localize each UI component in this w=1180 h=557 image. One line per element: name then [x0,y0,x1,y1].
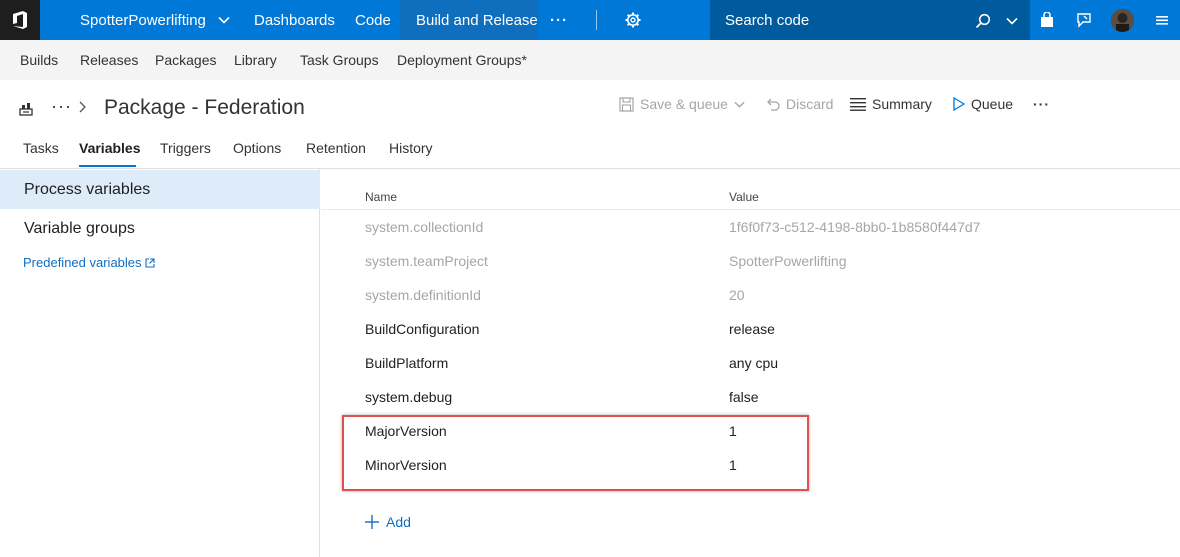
discard-button[interactable]: Discard [765,96,833,112]
subnav-task-groups[interactable]: Task Groups [300,52,379,68]
build-release-subnav: Builds Releases Packages Library Task Gr… [0,40,1180,80]
subnav-builds[interactable]: Builds [20,52,58,68]
vsts-logo-icon[interactable] [0,0,40,40]
tab-history[interactable]: History [389,140,433,156]
top-bar: SpotterPowerlifting Dashboards Code Buil… [0,0,1180,40]
project-selector[interactable]: SpotterPowerlifting [40,0,238,40]
marketplace-bag-icon[interactable] [1038,0,1056,40]
variable-value: SpotterPowerlifting [729,253,847,269]
variable-row-system-definitionid[interactable]: system.definitionId 20 [321,279,1180,313]
subnav-library[interactable]: Library [234,52,277,68]
plus-icon [365,515,379,529]
search-icon[interactable] [975,13,991,29]
predefined-variables-link[interactable]: Predefined variables [23,255,155,270]
variable-name[interactable]: system.debug [365,389,452,405]
highlight-annotation-box [342,415,809,491]
variables-grid-header: Name Value [321,186,1180,210]
undo-icon [767,98,780,111]
subnav-releases[interactable]: Releases [80,52,138,68]
active-tab-indicator [79,165,136,167]
subnav-packages[interactable]: Packages [155,52,216,68]
variable-row-buildconfiguration[interactable]: BuildConfiguration release [321,313,1180,347]
variable-name[interactable]: BuildPlatform [365,355,448,371]
variable-name: system.definitionId [365,287,481,303]
tab-options[interactable]: Options [233,140,281,156]
hubs-more-button[interactable]: ··· [550,0,568,40]
tab-retention[interactable]: Retention [306,140,366,156]
tab-tasks[interactable]: Tasks [23,140,59,156]
variable-name: system.teamProject [365,253,488,269]
save-icon [619,96,634,112]
search-scope-chevron-icon[interactable] [1006,15,1018,27]
variables-nav-panel: Process variables Variable groups Predef… [0,169,320,557]
overflow-menu-icon[interactable] [1155,0,1169,40]
queue-button[interactable]: Queue [952,96,1013,112]
variable-name: system.collectionId [365,219,484,235]
chevron-down-icon [734,101,745,108]
feedback-icon[interactable] [1073,0,1093,40]
breadcrumb-more-button[interactable]: ··· [51,96,72,117]
more-actions-button[interactable]: ··· [1033,96,1050,112]
external-link-icon [144,257,155,268]
topbar-divider [596,10,597,30]
variable-value: 1f6f0f73-c512-4198-8bb0-1b8580f447d7 [729,219,981,235]
user-avatar[interactable] [1111,9,1134,32]
variable-name[interactable]: BuildConfiguration [365,321,479,337]
chevron-down-icon [218,16,230,24]
variable-row-system-collectionid[interactable]: system.collectionId 1f6f0f73-c512-4198-8… [321,211,1180,245]
search-input[interactable]: Search code [725,12,809,29]
column-header-name[interactable]: Name [365,190,397,204]
project-name: SpotterPowerlifting [80,11,206,29]
play-icon [953,97,965,111]
nav-variable-groups[interactable]: Variable groups [0,209,320,248]
hub-build-and-release[interactable]: Build and Release [400,0,538,40]
search-box[interactable]: Search code [710,0,1030,40]
page-title: Package - Federation [104,96,305,119]
hub-code[interactable]: Code [355,0,391,40]
variable-row-system-debug[interactable]: system.debug false [321,381,1180,415]
variable-row-system-teamproject[interactable]: system.teamProject SpotterPowerlifting [321,245,1180,279]
variable-value[interactable]: false [729,389,759,405]
tab-triggers[interactable]: Triggers [160,140,211,156]
save-and-queue-button[interactable]: Save & queue [619,96,745,112]
variable-value[interactable]: any cpu [729,355,778,371]
settings-gear-icon[interactable] [622,0,644,40]
subnav-deployment-groups[interactable]: Deployment Groups* [397,52,527,68]
summary-button[interactable]: Summary [850,96,932,112]
variable-row-buildplatform[interactable]: BuildPlatform any cpu [321,347,1180,381]
list-icon [850,98,866,111]
column-header-value[interactable]: Value [729,190,759,204]
variable-value[interactable]: release [729,321,775,337]
chevron-right-icon [79,101,86,113]
variable-value: 20 [729,287,745,303]
definition-header: ··· Package - Federation Save & queue Di… [0,88,1180,128]
hub-dashboards[interactable]: Dashboards [254,0,335,40]
nav-process-variables[interactable]: Process variables [0,170,320,209]
tab-variables[interactable]: Variables [79,140,141,156]
build-definition-icon [19,103,33,116]
add-variable-button[interactable]: Add [364,514,411,530]
